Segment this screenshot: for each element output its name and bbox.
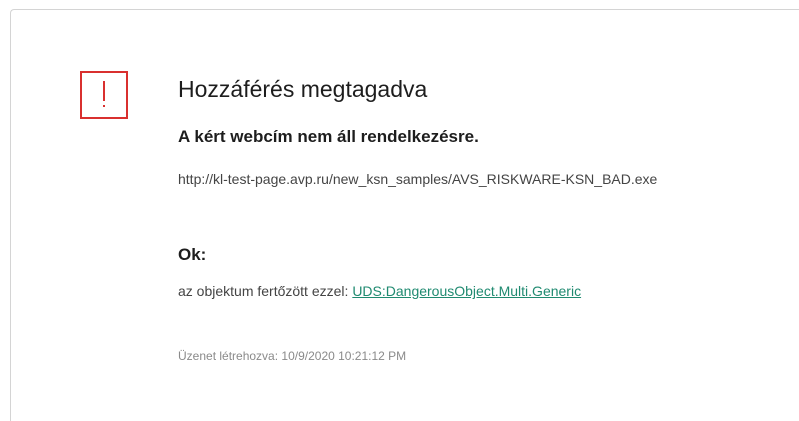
- page-title: Hozzáférés megtagadva: [178, 76, 428, 102]
- alert-subtitle: A kért webcím nem áll rendelkezésre.: [178, 127, 479, 146]
- warning-exclamation-icon: [80, 71, 128, 119]
- blocked-url: http://kl-test-page.avp.ru/new_ksn_sampl…: [178, 171, 658, 187]
- reason-line: az objektum fertőzött ezzel: UDS:Dangero…: [178, 283, 581, 299]
- alert-card: Hozzáférés megtagadva A kért webcím nem …: [10, 9, 799, 421]
- exclamation-bar: [103, 81, 105, 101]
- reason-heading: Ok:: [178, 245, 207, 264]
- created-timestamp: Üzenet létrehozva: 10/9/2020 10:21:12 PM: [178, 349, 406, 363]
- created-label: Üzenet létrehozva:: [178, 349, 279, 363]
- threat-name-link[interactable]: UDS:DangerousObject.Multi.Generic: [352, 283, 581, 299]
- created-value: 10/9/2020 10:21:12 PM: [281, 349, 407, 363]
- block-page: Hozzáférés megtagadva A kért webcím nem …: [0, 0, 799, 421]
- reason-prefix: az objektum fertőzött ezzel:: [178, 283, 349, 299]
- exclamation-dot: [103, 105, 105, 107]
